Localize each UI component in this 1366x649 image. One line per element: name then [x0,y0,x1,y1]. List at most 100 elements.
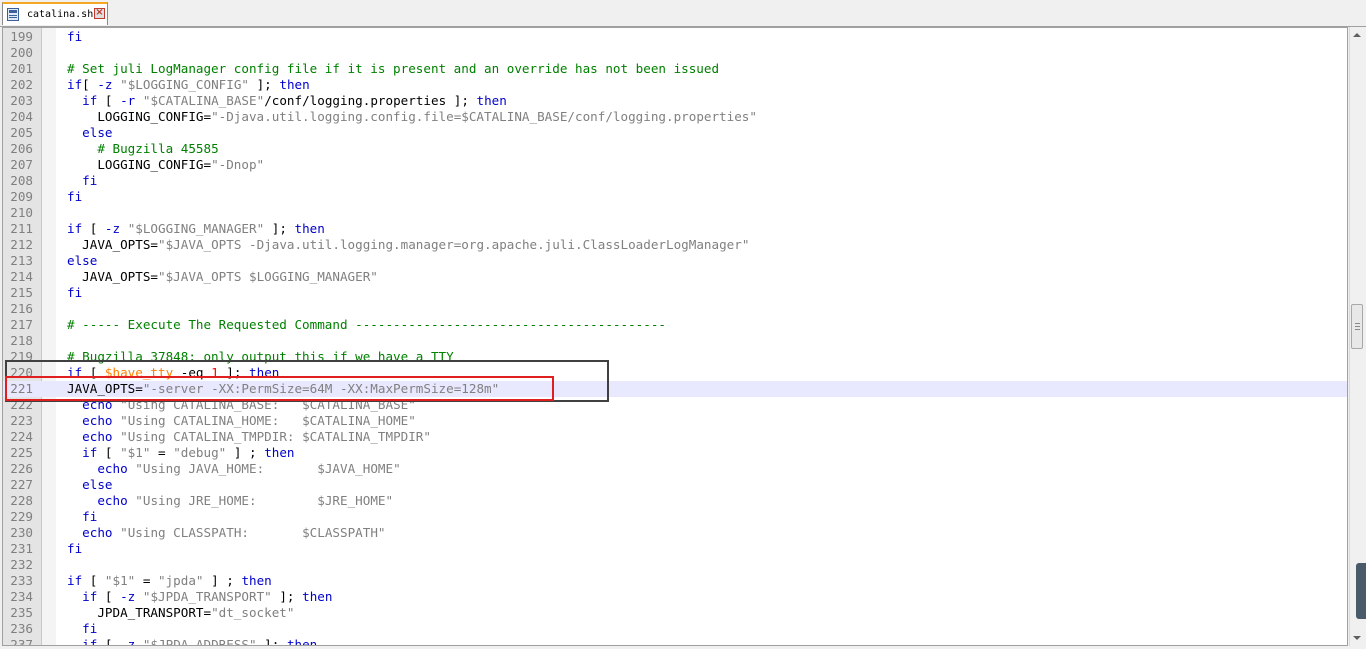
code-line[interactable]: 232 [3,557,1347,573]
code-line[interactable]: 217 # ----- Execute The Requested Command… [3,317,1347,333]
code-line[interactable]: 205 else [3,125,1347,141]
code-line[interactable]: 228 echo "Using JRE_HOME: $JRE_HOME" [3,493,1347,509]
code-line[interactable]: 202 if[ -z "$LOGGING_CONFIG" ]; then [3,77,1347,93]
line-number: 231 [10,541,33,556]
code-line[interactable]: 201 # Set juli LogManager config file if … [3,61,1347,77]
line-code: if [ -z "$JPDA_TRANSPORT" ]; then [67,589,332,605]
code-line[interactable]: 237 if [ -z "$JPDA_ADDRESS" ]; then [3,637,1347,646]
code-line[interactable]: 213 else [3,253,1347,269]
line-number: 200 [10,45,33,60]
scroll-up-icon[interactable] [1353,33,1361,37]
code-line[interactable]: 220 if [ $have_tty -eq 1 ]; then [3,365,1347,381]
line-number: 209 [10,189,33,204]
code-token: "$LOGGING_CONFIG" [120,77,250,92]
code-line[interactable]: 200 [3,45,1347,61]
code-token: then [302,589,333,604]
line-code: LOGGING_CONFIG="-Dnop" [67,157,264,173]
code-line[interactable]: 224 echo "Using CATALINA_TMPDIR: $CATALI… [3,429,1347,445]
code-line[interactable]: 211 if [ -z "$LOGGING_MANAGER" ]; then [3,221,1347,237]
code-token: ] ; [226,445,265,460]
tab-catalina-sh[interactable]: catalina.sh × [2,2,108,25]
tab-label: catalina.sh [27,9,94,20]
code-line[interactable]: 223 echo "Using CATALINA_HOME: $CATALINA… [3,413,1347,429]
code-line[interactable]: 234 if [ -z "$JPDA_TRANSPORT" ]; then [3,589,1347,605]
code-token: -eq [173,365,212,380]
code-line[interactable]: 226 echo "Using JAVA_HOME: $JAVA_HOME" [3,461,1347,477]
code-line[interactable]: 233 if [ "$1" = "jpda" ] ; then [3,573,1347,589]
code-token: "Using CATALINA_BASE: $CATALINA_BASE" [120,397,416,412]
line-number: 203 [10,93,33,108]
code-token: JAVA_OPTS= [67,269,158,284]
code-line[interactable]: 216 [3,301,1347,317]
scrollbar-thumb[interactable] [1351,304,1363,349]
side-panel-handle[interactable] [1356,563,1366,619]
code-token: [ [97,637,121,646]
code-token: fi [67,541,83,556]
code-token: echo [82,397,113,412]
code-token: LOGGING_CONFIG= [67,157,212,172]
code-line[interactable]: 207 LOGGING_CONFIG="-Dnop" [3,157,1347,173]
code-line[interactable]: 227 else [3,477,1347,493]
code-token: "$1" [120,445,151,460]
code-line[interactable]: 235 JPDA_TRANSPORT="dt_socket" [3,605,1347,621]
code-token: [ [82,221,105,236]
code-token: ]; [271,589,303,604]
code-token: fi [82,173,98,188]
code-line[interactable]: 204 LOGGING_CONFIG="-Djava.util.logging.… [3,109,1347,125]
code-token: "-Djava.util.logging.config.file=$CATALI… [211,109,757,124]
code-token: "debug" [173,445,227,460]
code-line[interactable]: 206 # Bugzilla 45585 [3,141,1347,157]
code-token: if [82,93,98,108]
code-line[interactable]: 212 JAVA_OPTS="$JAVA_OPTS -Djava.util.lo… [3,237,1347,253]
code-line[interactable]: 218 [3,333,1347,349]
code-token: "$JPDA_TRANSPORT" [142,589,272,604]
code-line[interactable]: 229 fi [3,509,1347,525]
code-token: ]; [249,77,280,92]
code-line[interactable]: 221 JAVA_OPTS="-server -XX:PermSize=64M -… [3,381,1347,397]
code-token: if [82,589,98,604]
code-token: ]; [218,365,250,380]
line-code: fi [67,173,97,189]
code-token: then [279,77,310,92]
code-line[interactable]: 219 # Bugzilla 37848: only output this if… [3,349,1347,365]
code-line[interactable]: 236 fi [3,621,1347,637]
code-line[interactable]: 225 if [ "$1" = "debug" ] ; then [3,445,1347,461]
code-token: if [67,77,83,92]
code-line[interactable]: 199 fi [3,29,1347,45]
code-token: echo [97,461,128,476]
code-token: "$JAVA_OPTS -Djava.util.logging.manager=… [158,237,750,252]
code-line[interactable]: 214 JAVA_OPTS="$JAVA_OPTS $LOGGING_MANAG… [3,269,1347,285]
code-editor[interactable]: 199 fi 200 201 # Set juli LogManager config … [2,27,1348,646]
code-line[interactable]: 209 fi [3,189,1347,205]
code-line[interactable]: 222 echo "Using CATALINA_BASE: $CATALINA… [3,397,1347,413]
code-line[interactable]: 208 fi [3,173,1347,189]
line-number: 214 [10,269,33,284]
line-code: # Set juli LogManager config file if it … [67,61,719,77]
code-token: 1 [211,365,219,380]
code-line[interactable]: 231 fi [3,541,1347,557]
code-line[interactable]: 215 fi [3,285,1347,301]
line-number: 228 [10,493,33,508]
scroll-down-icon[interactable] [1353,636,1361,640]
code-token: "$1" [104,573,136,588]
line-code: if[ -z "$LOGGING_CONFIG" ]; then [67,77,310,93]
code-line[interactable]: 230 echo "Using CLASSPATH: $CLASSPATH" [3,525,1347,541]
code-line[interactable]: 203 if [ -r "$CATALINA_BASE"/conf/loggin… [3,93,1347,109]
close-icon[interactable]: × [94,8,105,19]
vertical-scrollbar[interactable] [1349,27,1365,646]
code-token: if [82,445,98,460]
code-token: "$JPDA_ADDRESS" [142,637,257,646]
line-number: 224 [10,429,33,444]
code-token: -z [97,77,113,92]
code-line[interactable]: 210 [3,205,1347,221]
line-code: JPDA_TRANSPORT="dt_socket" [67,605,294,621]
